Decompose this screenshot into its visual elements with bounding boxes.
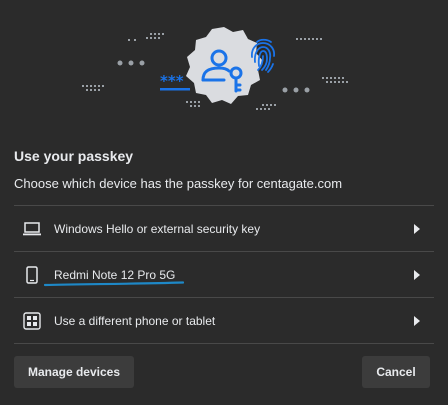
- manage-devices-button[interactable]: Manage devices: [14, 356, 134, 388]
- badge-shape: [186, 27, 263, 104]
- dialog-title: Use your passkey: [14, 148, 134, 164]
- passkey-dialog: *** Use your passkey Choose which device…: [0, 0, 448, 405]
- device-list: Windows Hello or external security key R…: [14, 205, 434, 344]
- qr-code-icon: [22, 311, 42, 331]
- chevron-right-icon: [412, 223, 422, 234]
- option-label: Redmi Note 12 Pro 5G: [54, 267, 176, 282]
- option-other-device[interactable]: Use a different phone or tablet: [14, 297, 434, 344]
- dialog-footer: Manage devices Cancel: [0, 356, 448, 390]
- chevron-right-icon: [412, 315, 422, 326]
- dialog-subtitle: Choose which device has the passkey for …: [14, 176, 343, 191]
- chevron-right-icon: [412, 269, 422, 280]
- option-label: Windows Hello or external security key: [54, 221, 261, 236]
- svg-text:***: ***: [160, 72, 184, 90]
- annotation-underline: [44, 281, 184, 287]
- phone-icon: [22, 265, 42, 285]
- password-dots-icon: ***: [160, 72, 190, 91]
- passkey-illustration: ***: [82, 27, 348, 110]
- cancel-button[interactable]: Cancel: [362, 356, 430, 388]
- laptop-icon: [22, 219, 42, 239]
- option-label: Use a different phone or tablet: [54, 313, 216, 328]
- option-redmi-phone[interactable]: Redmi Note 12 Pro 5G: [14, 251, 434, 297]
- option-windows-hello[interactable]: Windows Hello or external security key: [14, 205, 434, 251]
